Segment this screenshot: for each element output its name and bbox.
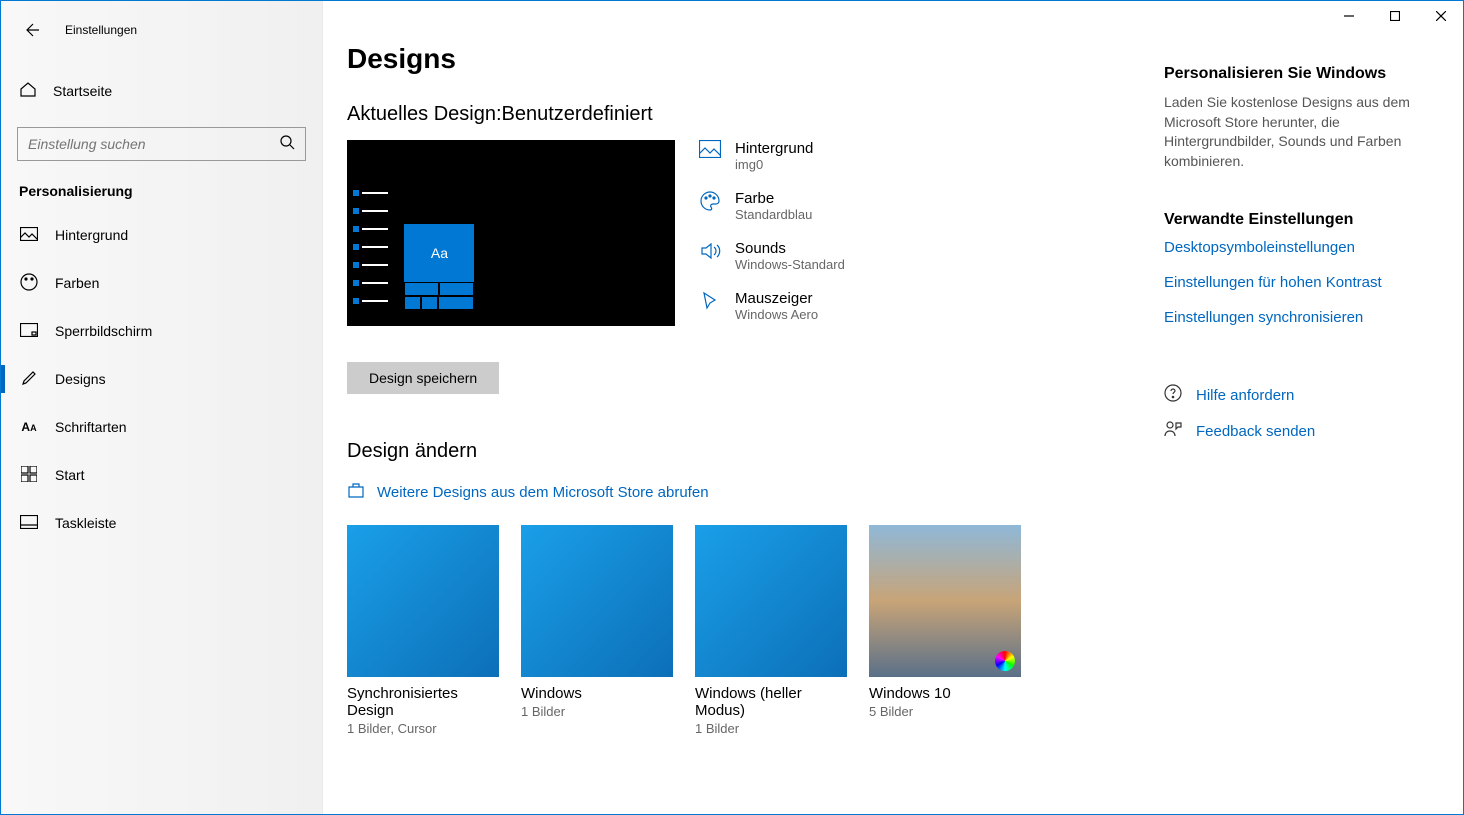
feedback-icon [1164,420,1182,442]
cursor-icon [699,290,721,322]
search-input[interactable] [28,136,279,152]
start-icon [19,466,39,485]
change-theme-heading: Design ändern [347,440,1164,463]
nav-schriftarten[interactable]: AA Schriftarten [1,403,322,451]
close-button[interactable] [1418,0,1464,32]
speaker-icon [699,240,721,272]
main-content: Designs Aktuelles Design:Benutzerdefinie… [323,1,1463,814]
theme-card-windows[interactable]: Windows 1 Bilder [521,525,673,736]
theme-thumb [869,525,1021,677]
theme-card-windows10[interactable]: Windows 10 5 Bilder [869,525,1021,736]
window-controls [1326,0,1464,32]
aside-personalize-head: Personalisieren Sie Windows [1164,65,1433,83]
nav-farben[interactable]: Farben [1,259,322,307]
search-icon [279,134,295,155]
store-icon [347,481,365,503]
section-label: Personalisierung [1,161,322,211]
taskbar-icon [19,515,39,532]
prop-cursor[interactable]: MauszeigerWindows Aero [699,290,1164,322]
home-link[interactable]: Startseite [1,69,322,113]
theme-preview: Aa [347,140,675,326]
search-box[interactable] [17,127,306,161]
aside-related-head: Verwandte Einstellungen [1164,211,1433,229]
prop-sounds[interactable]: SoundsWindows-Standard [699,240,1164,272]
lockscreen-icon [19,323,39,340]
nav-hintergrund[interactable]: Hintergrund [1,211,322,259]
theme-card-windows-light[interactable]: Windows (heller Modus) 1 Bilder [695,525,847,736]
back-button[interactable] [13,12,49,48]
aside-panel: Personalisieren Sie Windows Laden Sie ko… [1164,43,1463,814]
sidebar: Einstellungen Startseite Personalisierun… [1,1,323,814]
nav-sperrbildschirm[interactable]: Sperrbildschirm [1,307,322,355]
aside-personalize-text: Laden Sie kostenlose Designs aus dem Mic… [1164,93,1433,171]
home-label: Startseite [53,83,112,99]
prop-background[interactable]: Hintergrundimg0 [699,140,1164,172]
font-icon: AA [19,420,39,434]
nav-start[interactable]: Start [1,451,322,499]
save-theme-button[interactable]: Design speichern [347,362,499,394]
nav-taskleiste[interactable]: Taskleiste [1,499,322,547]
preview-tile-text: Aa [404,224,474,282]
maximize-button[interactable] [1372,0,1418,32]
prop-color[interactable]: FarbeStandardblau [699,190,1164,222]
colorwheel-icon [995,651,1015,671]
theme-thumb [521,525,673,677]
page-title: Designs [347,43,1164,75]
app-title: Einstellungen [65,23,137,37]
theme-thumb [347,525,499,677]
link-desktop-icons[interactable]: Desktopsymboleinstellungen [1164,239,1433,256]
palette-icon [19,273,39,294]
home-icon [19,80,37,103]
theme-thumb [695,525,847,677]
picture-icon [699,140,721,172]
help-icon [1164,384,1182,406]
palette-icon [699,190,721,222]
brush-icon [19,369,39,390]
store-link[interactable]: Weitere Designs aus dem Microsoft Store … [347,481,1164,503]
current-theme-heading: Aktuelles Design:Benutzerdefiniert [347,103,1164,126]
link-sync-settings[interactable]: Einstellungen synchronisieren [1164,309,1433,326]
feedback-link[interactable]: Feedback senden [1164,420,1433,442]
picture-icon [19,227,39,244]
minimize-button[interactable] [1326,0,1372,32]
nav-designs[interactable]: Designs [1,355,322,403]
help-link[interactable]: Hilfe anfordern [1164,384,1433,406]
link-high-contrast[interactable]: Einstellungen für hohen Kontrast [1164,274,1433,291]
theme-card-sync[interactable]: Synchronisiertes Design 1 Bilder, Cursor [347,525,499,736]
